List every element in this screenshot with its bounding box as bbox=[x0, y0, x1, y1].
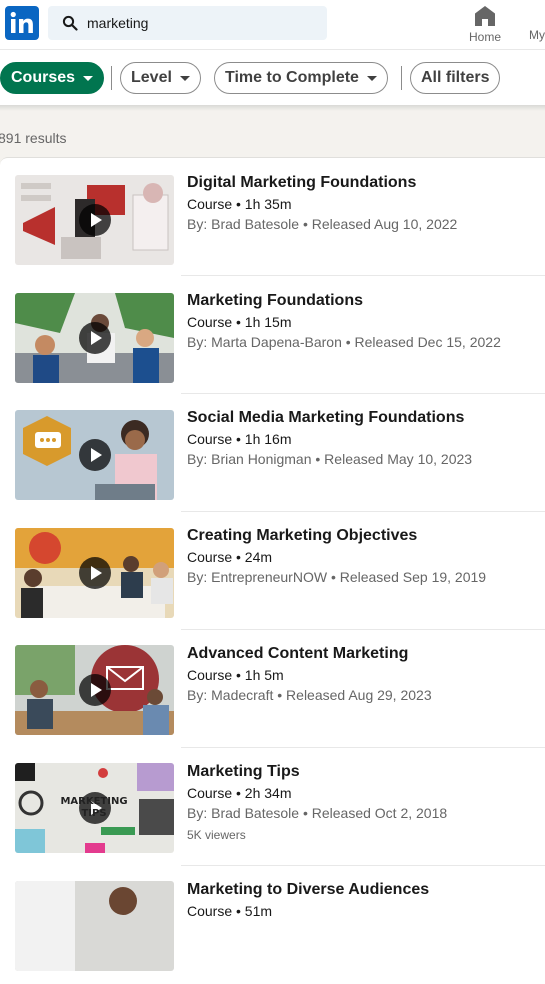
play-icon bbox=[79, 439, 111, 471]
search-query-text: marketing bbox=[87, 15, 149, 31]
list-item[interactable]: Marketing to Diverse Audiences Course • … bbox=[0, 866, 545, 984]
all-filters-label: All filters bbox=[421, 69, 490, 86]
course-meta: Course • 1h 5m bbox=[187, 667, 284, 683]
course-thumbnail[interactable]: MARKETING TIPS bbox=[15, 763, 174, 853]
nav-me-label[interactable]: My bbox=[529, 28, 545, 42]
play-icon bbox=[79, 557, 111, 589]
list-item[interactable]: Digital Marketing Foundations Course • 1… bbox=[0, 158, 545, 276]
list-item[interactable]: Creating Marketing Objectives Course • 2… bbox=[0, 512, 545, 630]
filter-level-label: Level bbox=[131, 69, 172, 86]
nav-home-label: Home bbox=[468, 30, 501, 44]
nav-home[interactable]: Home bbox=[462, 4, 508, 46]
filter-divider bbox=[401, 66, 402, 90]
course-thumbnail[interactable] bbox=[15, 881, 174, 971]
results-count: 891 results bbox=[0, 130, 67, 146]
search-icon bbox=[62, 15, 78, 31]
list-item[interactable]: MARKETING TIPS Marketing Tips Course • 2… bbox=[0, 748, 545, 866]
course-thumbnail[interactable] bbox=[15, 528, 174, 618]
all-filters-button[interactable]: All filters bbox=[410, 62, 501, 94]
filter-courses[interactable]: Courses bbox=[0, 62, 105, 94]
course-meta: Course • 24m bbox=[187, 549, 273, 565]
course-meta: Course • 51m bbox=[187, 903, 273, 919]
play-icon bbox=[79, 674, 111, 706]
course-title[interactable]: Marketing Tips bbox=[187, 763, 300, 781]
course-byline: By: Brad Batesole • Released Aug 10, 202… bbox=[187, 216, 458, 232]
course-viewers: 5K viewers bbox=[187, 828, 246, 842]
thumbnail-image bbox=[15, 881, 174, 971]
thumbnail-text: MARKETING TIPS bbox=[60, 796, 128, 819]
course-byline: By: Marta Dapena-Baron • Released Dec 15… bbox=[187, 334, 501, 350]
course-title[interactable]: Advanced Content Marketing bbox=[187, 645, 408, 663]
home-icon bbox=[475, 6, 495, 26]
filter-time-to-complete[interactable]: Time to Complete bbox=[214, 62, 388, 94]
search-filters-bar: Courses Level Time to Complete All filte… bbox=[0, 50, 545, 106]
course-meta: Course • 1h 35m bbox=[187, 196, 292, 212]
course-thumbnail[interactable] bbox=[15, 293, 174, 383]
caret-down-icon bbox=[83, 75, 94, 81]
filter-time-label: Time to Complete bbox=[225, 69, 359, 86]
course-byline: By: EntrepreneurNOW • Released Sep 19, 2… bbox=[187, 569, 487, 585]
course-title[interactable]: Marketing Foundations bbox=[187, 292, 363, 310]
linkedin-logo-icon[interactable] bbox=[5, 6, 39, 40]
course-meta: Course • 1h 16m bbox=[187, 431, 292, 447]
course-title[interactable]: Marketing to Diverse Audiences bbox=[187, 881, 429, 899]
filter-level[interactable]: Level bbox=[120, 62, 201, 94]
course-byline: By: Brad Batesole • Released Oct 2, 2018 bbox=[187, 805, 448, 821]
course-title[interactable]: Creating Marketing Objectives bbox=[187, 527, 417, 545]
course-thumbnail[interactable] bbox=[15, 645, 174, 735]
course-title[interactable]: Digital Marketing Foundations bbox=[187, 174, 416, 192]
course-title[interactable]: Social Media Marketing Foundations bbox=[187, 409, 464, 427]
list-item[interactable]: Advanced Content Marketing Course • 1h 5… bbox=[0, 630, 545, 748]
course-byline: By: Brian Honigman • Released May 10, 20… bbox=[187, 451, 473, 467]
results-list: Digital Marketing Foundations Course • 1… bbox=[0, 157, 545, 971]
filter-divider bbox=[111, 66, 112, 90]
course-meta: Course • 2h 34m bbox=[187, 785, 292, 801]
list-item[interactable]: Social Media Marketing Foundations Cours… bbox=[0, 394, 545, 512]
course-byline: By: Madecraft • Released Aug 29, 2023 bbox=[187, 687, 432, 703]
list-item[interactable]: Marketing Foundations Course • 1h 15m By… bbox=[0, 276, 545, 394]
caret-down-icon bbox=[366, 75, 377, 81]
course-thumbnail[interactable] bbox=[15, 410, 174, 500]
play-icon bbox=[79, 322, 111, 354]
search-input[interactable]: marketing bbox=[48, 6, 327, 40]
course-meta: Course • 1h 15m bbox=[187, 314, 292, 330]
play-icon bbox=[79, 204, 111, 236]
filter-courses-label: Courses bbox=[11, 69, 76, 86]
top-navigation-bar: marketing Home My bbox=[0, 0, 545, 50]
course-thumbnail[interactable] bbox=[15, 175, 174, 265]
caret-down-icon bbox=[179, 75, 190, 81]
